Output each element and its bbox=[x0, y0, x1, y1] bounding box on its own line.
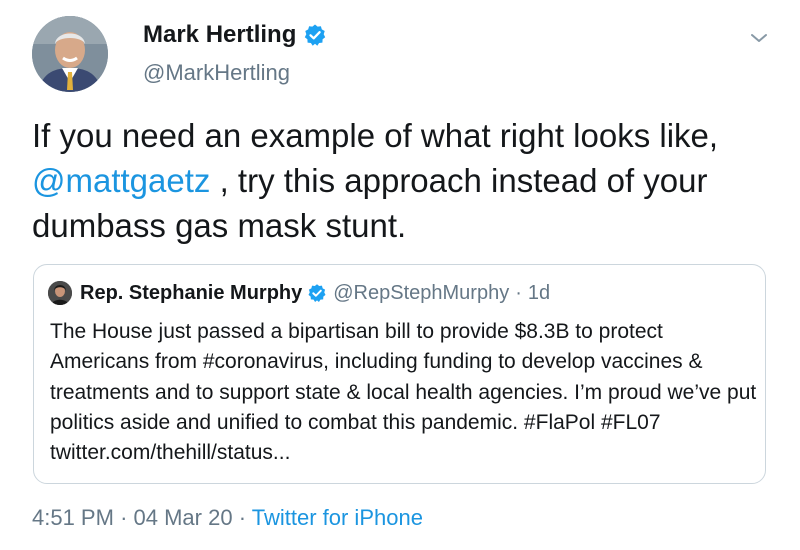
tweet-date: 04 Mar 20 bbox=[133, 505, 233, 530]
tweet-time: 4:51 PM bbox=[32, 505, 114, 530]
author-name-row: Mark Hertling bbox=[143, 21, 327, 49]
verified-badge-icon bbox=[308, 284, 326, 302]
quoted-tweet-header: Rep. Stephanie Murphy @RepStephMurphy · … bbox=[48, 281, 550, 305]
quoted-tweet-card[interactable]: Rep. Stephanie Murphy @RepStephMurphy · … bbox=[33, 264, 766, 484]
tweet-text: If you need an example of what right loo… bbox=[32, 113, 777, 248]
mention-link[interactable]: @mattgaetz bbox=[32, 162, 210, 199]
user-avatar-icon bbox=[32, 16, 108, 92]
verified-badge-icon bbox=[305, 24, 326, 46]
author-avatar[interactable] bbox=[32, 16, 108, 92]
footer-separator: · bbox=[120, 505, 128, 530]
quoted-author-name: Rep. Stephanie Murphy bbox=[80, 281, 303, 304]
tweet-source-link[interactable]: Twitter for iPhone bbox=[252, 505, 423, 530]
quoted-age: 1d bbox=[527, 281, 551, 304]
quoted-author-handle: @RepStephMurphy bbox=[333, 281, 510, 304]
quoted-author-avatar bbox=[48, 281, 72, 305]
user-avatar-icon bbox=[48, 281, 72, 305]
footer-separator: · bbox=[238, 505, 247, 530]
tweet-text-part1: If you need an example of what right loo… bbox=[32, 117, 719, 154]
author-handle[interactable]: @MarkHertling bbox=[143, 60, 290, 86]
author-name[interactable]: Mark Hertling bbox=[143, 21, 296, 49]
tweet-footer: 4:51 PM · 04 Mar 20 · Twitter for iPhone bbox=[32, 505, 423, 531]
chevron-down-icon[interactable] bbox=[748, 30, 770, 46]
quoted-tweet-text: The House just passed a bipartisan bill … bbox=[50, 320, 757, 465]
quoted-separator: · bbox=[515, 281, 522, 304]
